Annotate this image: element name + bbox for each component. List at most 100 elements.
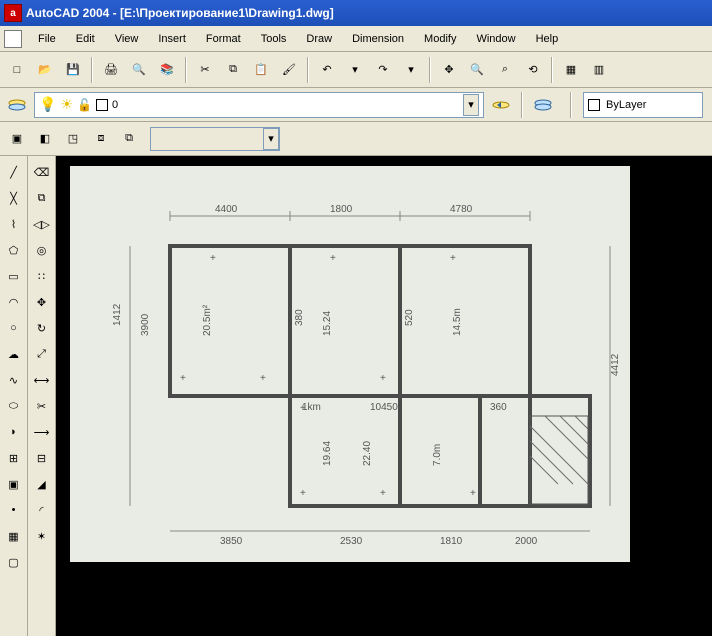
- save-icon[interactable]: 💾: [60, 57, 86, 83]
- menu-file[interactable]: File: [28, 29, 66, 49]
- pan-icon[interactable]: ✥: [436, 57, 462, 83]
- menu-draw[interactable]: Draw: [296, 29, 342, 49]
- titlebar: a AutoCAD 2004 - [E:\Проектирование1\Dra…: [0, 0, 712, 26]
- redo-icon[interactable]: ↷: [370, 57, 396, 83]
- drawing-canvas[interactable]: 4400 1800 4780 1412 3900 4412 3850 2530 …: [56, 156, 712, 636]
- menu-dimension[interactable]: Dimension: [342, 29, 414, 49]
- menu-format[interactable]: Format: [196, 29, 251, 49]
- menu-edit[interactable]: Edit: [66, 29, 105, 49]
- offset-icon[interactable]: ◎: [30, 238, 54, 262]
- menu-tools[interactable]: Tools: [251, 29, 297, 49]
- ellipse-icon[interactable]: ⬭: [2, 394, 26, 418]
- match-icon[interactable]: 🖌: [276, 57, 302, 83]
- copy-obj-icon[interactable]: ⧉: [30, 186, 54, 210]
- print-icon[interactable]: 🖨: [98, 57, 124, 83]
- menu-view[interactable]: View: [105, 29, 149, 49]
- open-icon[interactable]: 📂: [32, 57, 58, 83]
- group-icon[interactable]: ⧈: [88, 126, 114, 152]
- layer-color-swatch: [96, 99, 108, 111]
- revcloud-icon[interactable]: ☁: [2, 342, 26, 366]
- zoom-prev-icon[interactable]: ⟲: [520, 57, 546, 83]
- extend-icon[interactable]: ⟶: [30, 420, 54, 444]
- region-icon[interactable]: ▢: [2, 550, 26, 574]
- layer-combo[interactable]: 💡 ☀ 🔓 0 ▾: [34, 92, 484, 118]
- fillet-icon[interactable]: ◜: [30, 498, 54, 522]
- circle-icon[interactable]: ○: [2, 316, 26, 340]
- menubar: File Edit View Insert Format Tools Draw …: [0, 26, 712, 52]
- redo-dd-icon[interactable]: ▾: [398, 57, 424, 83]
- block-toolbar: ▣◧◳⧈⧉ ▾: [0, 122, 712, 156]
- design-center-icon[interactable]: ▥: [586, 57, 612, 83]
- chevron-down-icon[interactable]: ▾: [463, 94, 479, 116]
- polyline-icon[interactable]: ⌇: [2, 212, 26, 236]
- ungroup-icon[interactable]: ⧉: [116, 126, 142, 152]
- rotate-icon[interactable]: ↻: [30, 316, 54, 340]
- layer-manager-icon[interactable]: [4, 92, 30, 118]
- erase-icon[interactable]: ⌫: [30, 160, 54, 184]
- svg-text:4780: 4780: [450, 204, 473, 215]
- spline-icon[interactable]: ∿: [2, 368, 26, 392]
- break-icon[interactable]: ⊟: [30, 446, 54, 470]
- insert-block-icon[interactable]: ◧: [32, 126, 58, 152]
- rectangle-icon[interactable]: ▭: [2, 264, 26, 288]
- svg-text:+: +: [300, 403, 306, 414]
- window-title: AutoCAD 2004 - [E:\Проектирование1\Drawi…: [26, 6, 334, 20]
- arc-icon[interactable]: ◠: [2, 290, 26, 314]
- make-block2-icon[interactable]: ▣: [2, 472, 26, 496]
- layer-prev-icon[interactable]: [488, 92, 514, 118]
- move-icon[interactable]: ✥: [30, 290, 54, 314]
- sun-icon: ☀: [60, 96, 73, 113]
- line-icon[interactable]: ╱: [2, 160, 26, 184]
- menu-insert[interactable]: Insert: [148, 29, 196, 49]
- separator: [91, 57, 93, 83]
- menu-window[interactable]: Window: [466, 29, 525, 49]
- chamfer-icon[interactable]: ◢: [30, 472, 54, 496]
- explode-icon[interactable]: ✶: [30, 524, 54, 548]
- trim-icon[interactable]: ✂: [30, 394, 54, 418]
- svg-text:380: 380: [294, 309, 305, 326]
- ellipse-arc-icon[interactable]: ◗: [2, 420, 26, 444]
- svg-text:4412: 4412: [610, 353, 621, 376]
- publish-icon[interactable]: 📚: [154, 57, 180, 83]
- mirror-icon[interactable]: ◁▷: [30, 212, 54, 236]
- svg-text:20.5m²: 20.5m²: [202, 304, 213, 336]
- separator: [429, 57, 431, 83]
- separator: [185, 57, 187, 83]
- make-block-icon[interactable]: ▣: [4, 126, 30, 152]
- chevron-down-icon[interactable]: ▾: [263, 128, 279, 150]
- zoom-win-icon[interactable]: ⌕: [492, 57, 518, 83]
- preview-icon[interactable]: 🔍: [126, 57, 152, 83]
- new-icon[interactable]: □: [4, 57, 30, 83]
- insert-icon[interactable]: ⊞: [2, 446, 26, 470]
- menu-modify[interactable]: Modify: [414, 29, 466, 49]
- hatch-icon[interactable]: ▦: [2, 524, 26, 548]
- scale-icon[interactable]: ⤢: [30, 342, 54, 366]
- svg-text:3900: 3900: [140, 313, 151, 336]
- svg-text:10450: 10450: [370, 402, 398, 413]
- color-combo[interactable]: ByLayer: [583, 92, 703, 118]
- separator: [521, 92, 523, 118]
- cut-icon[interactable]: ✂: [192, 57, 218, 83]
- mdi-doc-icon[interactable]: [4, 30, 22, 48]
- stretch-icon[interactable]: ⟷: [30, 368, 54, 392]
- xline-icon[interactable]: ╳: [2, 186, 26, 210]
- lock-icon: 🔓: [77, 98, 92, 112]
- undo-dd-icon[interactable]: ▾: [342, 57, 368, 83]
- properties-icon[interactable]: ▦: [558, 57, 584, 83]
- layer-states-icon[interactable]: [530, 92, 556, 118]
- ledge-icon[interactable]: ◳: [60, 126, 86, 152]
- svg-text:+: +: [450, 253, 456, 264]
- paste-icon[interactable]: 📋: [248, 57, 274, 83]
- menu-help[interactable]: Help: [526, 29, 569, 49]
- point-icon[interactable]: •: [2, 498, 26, 522]
- copy-icon[interactable]: ⧉: [220, 57, 246, 83]
- zoom-rt-icon[interactable]: 🔍: [464, 57, 490, 83]
- style-combo[interactable]: ▾: [150, 127, 280, 151]
- polygon-icon[interactable]: ⬠: [2, 238, 26, 262]
- svg-text:3850: 3850: [220, 536, 243, 547]
- modify-toolbar: ⌫⧉◁▷◎∷✥↻⤢⟷✂⟶⊟◢◜✶: [28, 156, 56, 636]
- separator: [551, 57, 553, 83]
- draw-toolbar: ╱╳⌇⬠▭◠○☁∿⬭◗⊞▣•▦▢: [0, 156, 28, 636]
- undo-icon[interactable]: ↶: [314, 57, 340, 83]
- array-icon[interactable]: ∷: [30, 264, 54, 288]
